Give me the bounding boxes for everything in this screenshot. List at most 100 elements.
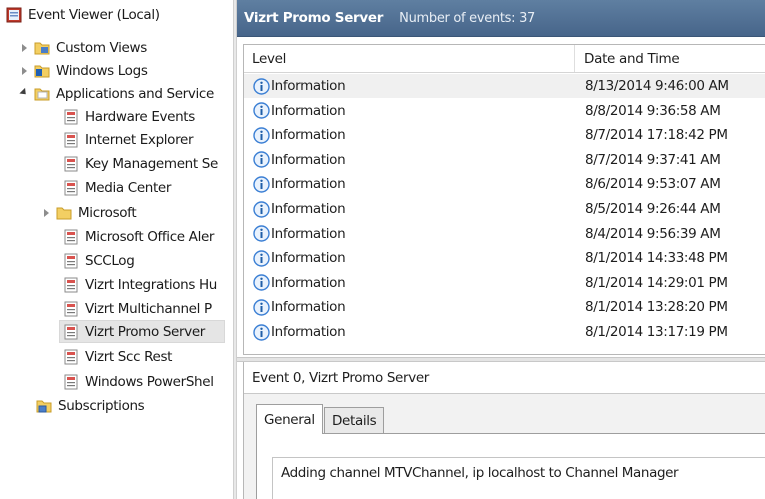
tree-item-label: Custom Views (56, 39, 147, 56)
tree-item-key-management[interactable]: Key Management Se (63, 152, 218, 175)
information-icon (253, 274, 270, 291)
event-log-icon (64, 277, 78, 292)
subscriptions-icon (36, 400, 52, 412)
column-header-date-time[interactable]: Date and Time (576, 45, 765, 72)
table-row[interactable]: Information 8/4/2014 9:56:39 AM (244, 222, 765, 246)
log-pane: Vizrt Promo Server Number of events: 37 … (237, 0, 765, 499)
tree-item-label: Vizrt Scc Rest (85, 348, 173, 365)
event-log-icon (64, 132, 78, 147)
tree-item-vizrt-multichannel[interactable]: Vizrt Multichannel P (63, 297, 212, 320)
event-log-icon (64, 156, 78, 171)
information-icon (253, 249, 270, 267)
level-text: Information (271, 299, 346, 316)
tree-item-label: Media Center (85, 179, 172, 196)
table-row[interactable]: Information 8/5/2014 9:26:44 AM (244, 197, 765, 221)
collapse-arrow-icon[interactable] (19, 87, 29, 99)
tab-general[interactable]: General (256, 404, 323, 434)
information-icon (253, 151, 270, 168)
tree-item-label: Windows Logs (56, 62, 148, 79)
tree-item-label: Hardware Events (85, 108, 195, 125)
level-text: Information (271, 324, 346, 340)
tree-item-applications-and-services[interactable]: Applications and Service (19, 82, 214, 105)
tree-item-label: Vizrt Multichannel P (85, 300, 212, 317)
tree-item-label: Key Management Se (85, 155, 218, 172)
column-header-level[interactable]: Level (244, 45, 575, 72)
tree-item-media-center[interactable]: Media Center (63, 176, 171, 199)
level-cell: Information (253, 295, 346, 319)
tree-item-label: Applications and Service (56, 85, 214, 102)
date-time-cell: 8/6/2014 9:53:07 AM (585, 176, 721, 193)
event-log-icon (64, 374, 78, 389)
level-cell: Information (253, 74, 346, 98)
tree-item-microsoft-office-alerts[interactable]: Microsoft Office Aler (63, 225, 214, 248)
tree-item-vizrt-integrations-hub[interactable]: Vizrt Integrations Hu (63, 273, 217, 296)
tree-item-scclog[interactable]: SCCLog (63, 249, 135, 272)
information-icon (253, 200, 270, 218)
event-log-icon (64, 324, 78, 339)
folder-open-icon (34, 88, 50, 100)
tree-item-microsoft[interactable]: Microsoft (41, 201, 137, 224)
date-time-cell: 8/13/2014 9:46:00 AM (585, 78, 729, 94)
table-row[interactable]: Information 8/6/2014 9:53:07 AM (244, 172, 765, 196)
table-row[interactable]: Information 8/8/2014 9:36:58 AM (244, 99, 765, 123)
date-time-cell: 8/1/2014 14:33:48 PM (585, 250, 728, 267)
level-cell: Information (253, 99, 346, 123)
level-text: Information (271, 78, 346, 94)
date-time-cell: 8/1/2014 13:17:19 PM (585, 324, 728, 340)
expand-arrow-icon[interactable] (41, 208, 51, 218)
tree-item-label: SCCLog (85, 252, 135, 269)
level-cell: Information (253, 123, 346, 147)
tree-item-label: Event Viewer (Local) (28, 6, 160, 23)
table-row[interactable]: Information 8/7/2014 9:37:41 AM (244, 148, 765, 172)
tree-item-label: Subscriptions (58, 397, 145, 414)
folder-icon (56, 207, 72, 219)
level-text: Information (271, 274, 346, 291)
date-time-cell: 8/7/2014 17:18:42 PM (585, 127, 728, 144)
date-time-cell: 8/7/2014 9:37:41 AM (585, 151, 721, 168)
table-header: Level Date and Time (244, 45, 765, 73)
information-icon (253, 176, 270, 193)
tree-item-vizrt-scc-rest[interactable]: Vizrt Scc Rest (63, 345, 172, 368)
information-icon (253, 225, 270, 242)
tree-item-windows-powershell[interactable]: Windows PowerShel (63, 370, 214, 393)
tree-item-hardware-events[interactable]: Hardware Events (63, 105, 195, 128)
event-detail-pane: Event 0, Vizrt Promo Server General Deta… (243, 362, 765, 499)
tab-details[interactable]: Details (324, 407, 385, 434)
level-text: Information (271, 176, 346, 193)
tree-item-label: Microsoft (78, 204, 137, 221)
date-time-cell: 8/5/2014 9:26:44 AM (585, 201, 721, 217)
table-row[interactable]: Information 8/1/2014 13:17:19 PM (244, 320, 765, 344)
date-time-cell: 8/4/2014 9:56:39 AM (585, 225, 721, 242)
event-count: Number of events: 37 (399, 10, 536, 26)
table-row[interactable]: Information 8/1/2014 13:28:20 PM (244, 295, 765, 319)
information-icon (253, 77, 270, 95)
log-title-bar: Vizrt Promo Server Number of events: 37 (237, 0, 765, 37)
table-row[interactable]: Information 8/7/2014 17:18:42 PM (244, 123, 765, 147)
event-log-icon (64, 253, 78, 268)
expand-arrow-icon[interactable] (19, 66, 29, 76)
log-title: Vizrt Promo Server (244, 10, 384, 26)
tree-item-subscriptions[interactable]: Subscriptions (36, 394, 145, 417)
tree-item-vizrt-promo-server[interactable]: Vizrt Promo Server (59, 320, 225, 343)
tree-item-label: Windows PowerShel (85, 373, 214, 390)
level-cell: Information (253, 320, 346, 344)
expand-arrow-icon[interactable] (19, 43, 29, 53)
tree-item-event-viewer-local[interactable]: Event Viewer (Local) (6, 3, 160, 26)
information-icon (253, 323, 270, 341)
table-row[interactable]: Information 8/1/2014 14:33:48 PM (244, 246, 765, 270)
event-detail-header: Event 0, Vizrt Promo Server (244, 362, 765, 394)
event-log-icon (64, 109, 78, 124)
level-text: Information (271, 151, 346, 168)
tree-item-custom-views[interactable]: Custom Views (19, 36, 147, 59)
level-cell: Information (253, 271, 346, 295)
tree-item-label: Vizrt Integrations Hu (85, 276, 217, 293)
tree-item-label: Vizrt Promo Server (85, 323, 205, 340)
windows-logs-folder-icon (34, 65, 50, 77)
table-row[interactable]: Information 8/13/2014 9:46:00 AM (244, 74, 765, 98)
tree-item-internet-explorer[interactable]: Internet Explorer (63, 128, 194, 151)
table-row[interactable]: Information 8/1/2014 14:29:01 PM (244, 271, 765, 295)
event-message-text[interactable]: Adding channel MTVChannel, ip localhost … (272, 457, 765, 499)
tree-item-windows-logs[interactable]: Windows Logs (19, 59, 148, 82)
date-time-cell: 8/8/2014 9:36:58 AM (585, 102, 721, 119)
level-text: Information (271, 225, 346, 242)
